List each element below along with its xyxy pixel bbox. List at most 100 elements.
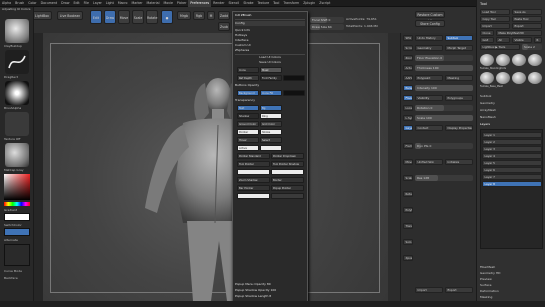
undo-history-button[interactable]: Undo History: [415, 35, 443, 41]
popup-menu-opacity-slider[interactable]: Popup Menu Opacity 80: [235, 282, 305, 287]
white-swatch[interactable]: [260, 145, 282, 151]
font-family-swatch[interactable]: Font Family: [260, 75, 282, 81]
popup-shadow-length-slider[interactable]: Popup Shadow Length 8: [235, 294, 305, 299]
export-button[interactable]: Export: [445, 287, 473, 293]
menu-item-zplugin[interactable]: Zplugin: [301, 0, 317, 7]
scale-view-button[interactable]: Scale: [403, 175, 413, 181]
focal-shift-slider[interactable]: Focal Shift 0: [310, 17, 344, 23]
geometry-button[interactable]: Geometry: [415, 45, 443, 51]
floor-elevation-slider[interactable]: Floor Elevation 0: [415, 55, 473, 61]
unified-skin-button[interactable]: Unified Skin: [415, 159, 443, 165]
light-swatch-3[interactable]: [237, 193, 270, 199]
masking-section[interactable]: Masking: [480, 295, 492, 299]
pointer-dropdown-swatch[interactable]: Pointer Dropdown: [271, 153, 304, 159]
polygroups-button[interactable]: Polygroups: [445, 95, 473, 101]
light-swatch-1[interactable]: [237, 169, 270, 175]
scroll-button[interactable]: Scroll: [403, 45, 413, 51]
menu-item-transform[interactable]: Transform: [281, 0, 301, 7]
pointer-standard-swatch[interactable]: Pointer Standard: [237, 153, 270, 159]
icons-swatch[interactable]: Icons: [237, 67, 259, 73]
menu-item-tool[interactable]: Tool: [271, 0, 281, 7]
dark-swatch-3[interactable]: [271, 193, 304, 199]
tool-thumb-female[interactable]: [480, 54, 494, 66]
menu-item-preferences[interactable]: Preferences: [188, 0, 212, 7]
clone-button[interactable]: Clone: [480, 30, 494, 36]
menu-item-macro[interactable]: Macro: [116, 0, 130, 7]
config-item[interactable]: Config: [235, 21, 305, 26]
save-ui-colors-button[interactable]: Save UI Colors: [235, 60, 305, 65]
masking-button[interactable]: Masking: [445, 75, 473, 81]
tool-thumb-5[interactable]: [480, 72, 494, 84]
import-button[interactable]: Import: [415, 287, 443, 293]
secondary-swatch-area[interactable]: [4, 244, 30, 266]
contact-button[interactable]: Contact: [415, 125, 443, 131]
menu-item-edit[interactable]: Edit: [71, 0, 81, 7]
alternate-color-swatch[interactable]: [4, 228, 30, 236]
morph-target-button[interactable]: Morph Target: [445, 45, 473, 51]
zoom-shadow-swatch[interactable]: Zoom Shadow: [237, 177, 270, 183]
xpose-button[interactable]: Xpose: [403, 255, 413, 261]
goz-button[interactable]: GoZ: [480, 37, 494, 43]
tool-pointer-swatch[interactable]: Tool Pointer: [237, 161, 270, 167]
display-properties-button[interactable]: Display Properties: [445, 125, 473, 131]
brush-settings-button[interactable]: ●: [161, 10, 173, 24]
nanomesh-section[interactable]: NanoMesh: [480, 115, 496, 119]
tool-thumb-6[interactable]: [496, 72, 510, 84]
make-polymesh3d-button[interactable]: Make PolyMesh3D: [496, 30, 542, 36]
layer-item[interactable]: Layer 2: [482, 139, 542, 145]
rotation-slider[interactable]: Rotation 0: [415, 105, 473, 111]
subtool-section[interactable]: Subtool: [480, 94, 491, 98]
zspheres-item[interactable]: ZSpheres: [235, 48, 305, 53]
gxyz-button[interactable]: Gxyz: [403, 125, 413, 131]
background-swatch[interactable]: Background: [237, 90, 259, 96]
grid-color-swatch[interactable]: Grid Color: [260, 121, 282, 127]
hover-swatch[interactable]: Hover: [237, 137, 259, 143]
spix-button[interactable]: SPix 3: [403, 35, 413, 41]
tool-thumb-8[interactable]: [528, 72, 542, 84]
dark-swatch[interactable]: [283, 75, 305, 81]
polyf-button[interactable]: PolyF: [403, 207, 413, 213]
thickness-slider[interactable]: Thickness 100: [415, 65, 473, 71]
popup-shadow-opacity-slider[interactable]: Popup Shadow Opacity 100: [235, 288, 305, 293]
stroke-swatch[interactable]: Stroke: [260, 129, 282, 135]
scale-button[interactable]: Scale: [132, 10, 144, 24]
menu-item-color[interactable]: Color: [26, 0, 38, 7]
viewport-canvas[interactable]: [43, 33, 388, 301]
tool-thumb-polymesh[interactable]: [496, 54, 510, 66]
res-slider[interactable]: Res 128: [415, 175, 473, 181]
all-button[interactable]: All: [496, 37, 510, 43]
fibermesh-section[interactable]: FiberMesh: [480, 265, 495, 269]
copy-tool-button[interactable]: Copy Tool: [480, 16, 510, 22]
bg-swatch[interactable]: Bg: [260, 105, 282, 111]
surface-section[interactable]: Surface: [480, 283, 491, 287]
layer-item[interactable]: Layer 4: [482, 153, 542, 159]
active-swatch[interactable]: Active: [237, 145, 259, 151]
ref-depth-swatch[interactable]: Ref Depth: [237, 75, 259, 81]
save-as-button[interactable]: Save As: [512, 9, 542, 15]
local-button[interactable]: Local: [403, 105, 413, 111]
scale-tool-slider[interactable]: Scale 2: [522, 44, 542, 50]
move-view-button[interactable]: Move: [403, 159, 413, 165]
floor-button[interactable]: Floor: [403, 95, 413, 101]
export-tool-button[interactable]: Export: [512, 23, 542, 29]
subtool-button[interactable]: Subtool: [445, 35, 473, 41]
deformation-section[interactable]: Deformation: [480, 289, 499, 293]
texture-thumb[interactable]: [5, 112, 29, 136]
import-tool-button[interactable]: Import: [480, 23, 510, 29]
bar-pointer-swatch[interactable]: Bar Pointer: [237, 185, 270, 191]
actual-button[interactable]: Actual: [403, 65, 413, 71]
persp-button[interactable]: Persp: [403, 85, 413, 91]
draw-size-slider[interactable]: Draw Size 64: [310, 24, 344, 30]
transp-button[interactable]: Transp: [403, 223, 413, 229]
transparency-slider[interactable]: Transparency: [235, 98, 305, 103]
arraymesh-section[interactable]: ArrayMesh: [480, 108, 496, 112]
initialize-button[interactable]: Initialize: [445, 159, 473, 165]
menu-item-texture[interactable]: Texture: [255, 0, 271, 7]
popup-pointer-swatch[interactable]: Popup Pointer: [271, 185, 304, 191]
layer-item[interactable]: Layer 5: [482, 160, 542, 166]
mask-swatch[interactable]: Mask: [260, 67, 282, 73]
menu-item-alpha[interactable]: Alpha: [0, 0, 13, 7]
tool-thumb-simplebrush[interactable]: [512, 54, 526, 66]
hue-strip[interactable]: [4, 202, 30, 206]
layer-item[interactable]: Layer 1: [482, 132, 542, 138]
